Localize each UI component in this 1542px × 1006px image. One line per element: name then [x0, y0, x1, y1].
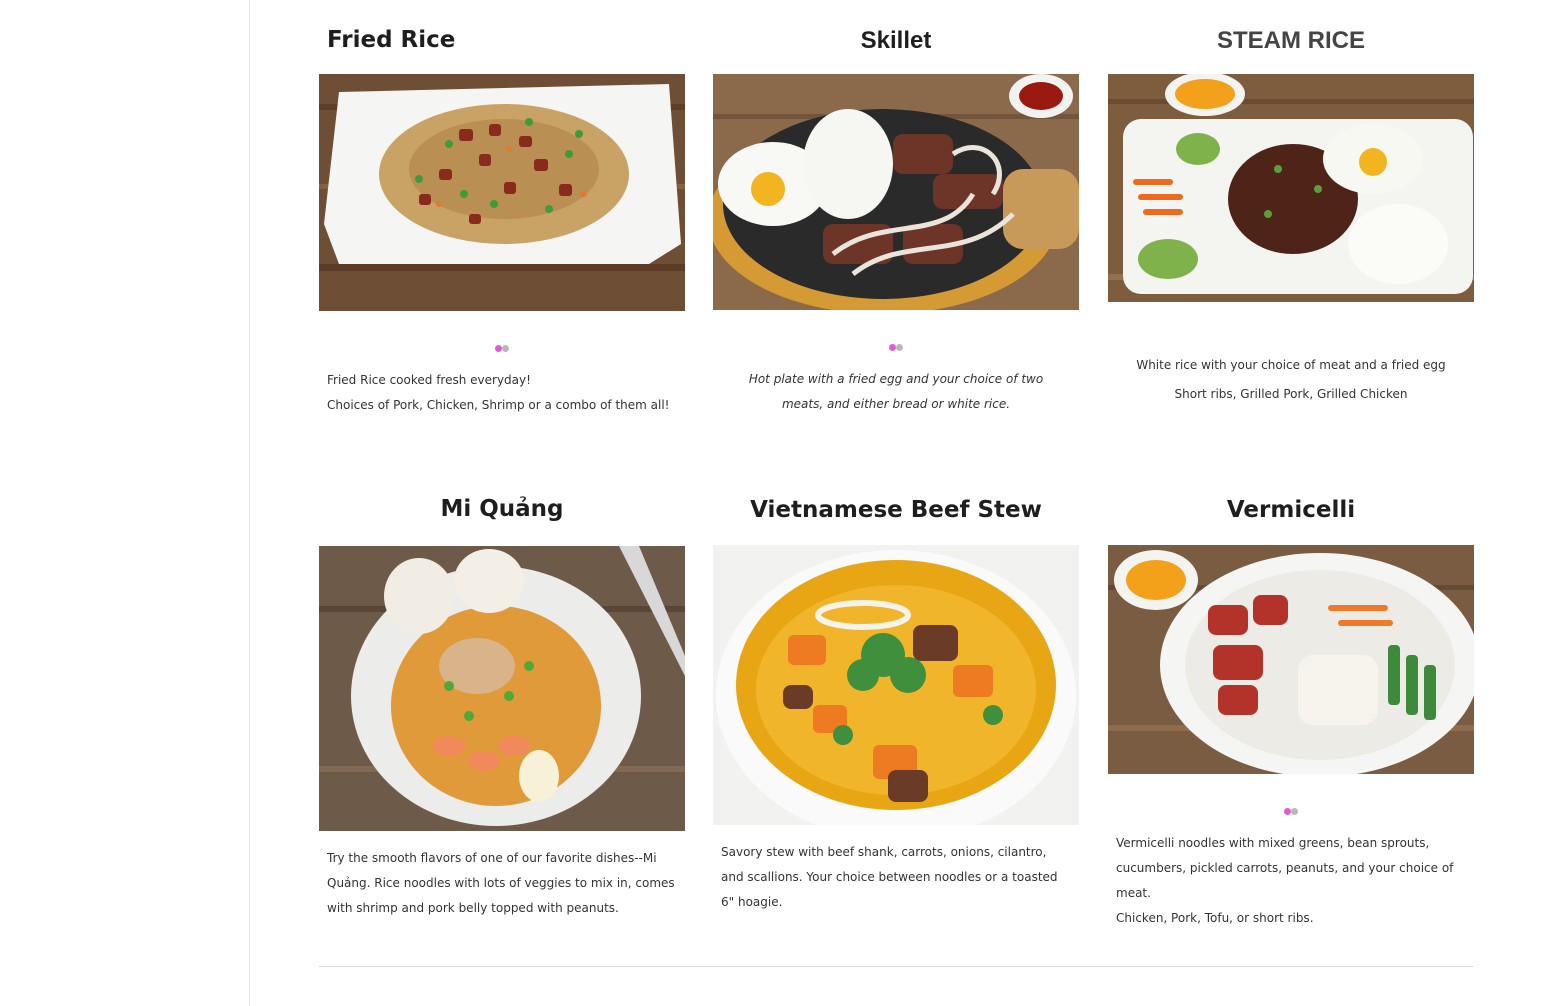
menu-card-beef-stew: Vietnamese Beef Stew Savory stew with be…	[713, 490, 1079, 930]
carousel-dot[interactable]	[502, 345, 509, 352]
card-title: Vermicelli	[1226, 497, 1356, 523]
description-line: Chicken, Pork, Tofu, or short ribs.	[1116, 911, 1314, 925]
carousel-dot-active[interactable]	[1284, 808, 1291, 815]
menu-card-fried-rice: Fried Rice Fried Rice cooked fresh every…	[319, 0, 685, 440]
carousel-dot-active[interactable]	[889, 344, 896, 351]
description-line: Fried Rice cooked fresh everyday!	[327, 373, 531, 387]
card-title: Mi Quảng	[440, 496, 564, 522]
carousel-dots[interactable]	[1108, 808, 1474, 816]
steam-rice-photo[interactable]	[1108, 74, 1474, 302]
card-title: Fried Rice	[327, 27, 456, 53]
description-line: Savory stew with beef shank, carrots, on…	[721, 845, 1058, 909]
card-title: Vietnamese Beef Stew	[750, 497, 1042, 523]
carousel-dot[interactable]	[1291, 808, 1298, 815]
card-title: Skillet	[860, 27, 932, 54]
description-line: Try the smooth flavors of one of our fav…	[327, 851, 675, 915]
section-divider	[319, 966, 1473, 967]
card-description: Savory stew with beef shank, carrots, on…	[713, 840, 1079, 915]
card-description: Fried Rice cooked fresh everyday! Choice…	[319, 368, 685, 418]
mi-quang-photo[interactable]	[319, 546, 685, 831]
card-description: White rice with your choice of meat and …	[1108, 351, 1474, 409]
carousel-dot-active[interactable]	[495, 345, 502, 352]
description-line: Choices of Pork, Chicken, Shrimp or a co…	[327, 398, 670, 412]
vermicelli-photo[interactable]	[1108, 545, 1474, 774]
description-line: Vermicelli noodles with mixed greens, be…	[1116, 836, 1454, 900]
menu-card-steam-rice: STEAM RICE White rice with your choice o…	[1108, 0, 1474, 440]
sidebar	[0, 0, 250, 1006]
description-line: Short ribs, Grilled Pork, Grilled Chicke…	[1174, 387, 1408, 401]
carousel-dot[interactable]	[896, 344, 903, 351]
beef-stew-photo[interactable]	[713, 545, 1079, 825]
card-description: Try the smooth flavors of one of our fav…	[319, 846, 685, 921]
description-line: Hot plate with a fried egg and your choi…	[748, 372, 1044, 411]
menu-card-mi-quang: Mi Quảng Try the smooth flavors of one o…	[319, 490, 685, 930]
card-description: Hot plate with a fried egg and your choi…	[713, 367, 1079, 417]
card-description: Vermicelli noodles with mixed greens, be…	[1108, 831, 1474, 931]
carousel-dots[interactable]	[319, 345, 685, 353]
card-title: STEAM RICE	[1216, 27, 1365, 54]
menu-card-vermicelli: Vermicelli Vermicelli noodles with mixed…	[1108, 490, 1474, 930]
description-line: White rice with your choice of meat and …	[1136, 358, 1446, 372]
skillet-photo[interactable]	[713, 74, 1079, 310]
carousel-dots[interactable]	[713, 344, 1079, 352]
menu-card-skillet: Skillet Hot plate with a fried egg and y…	[713, 0, 1079, 440]
fried-rice-photo[interactable]	[319, 74, 685, 311]
